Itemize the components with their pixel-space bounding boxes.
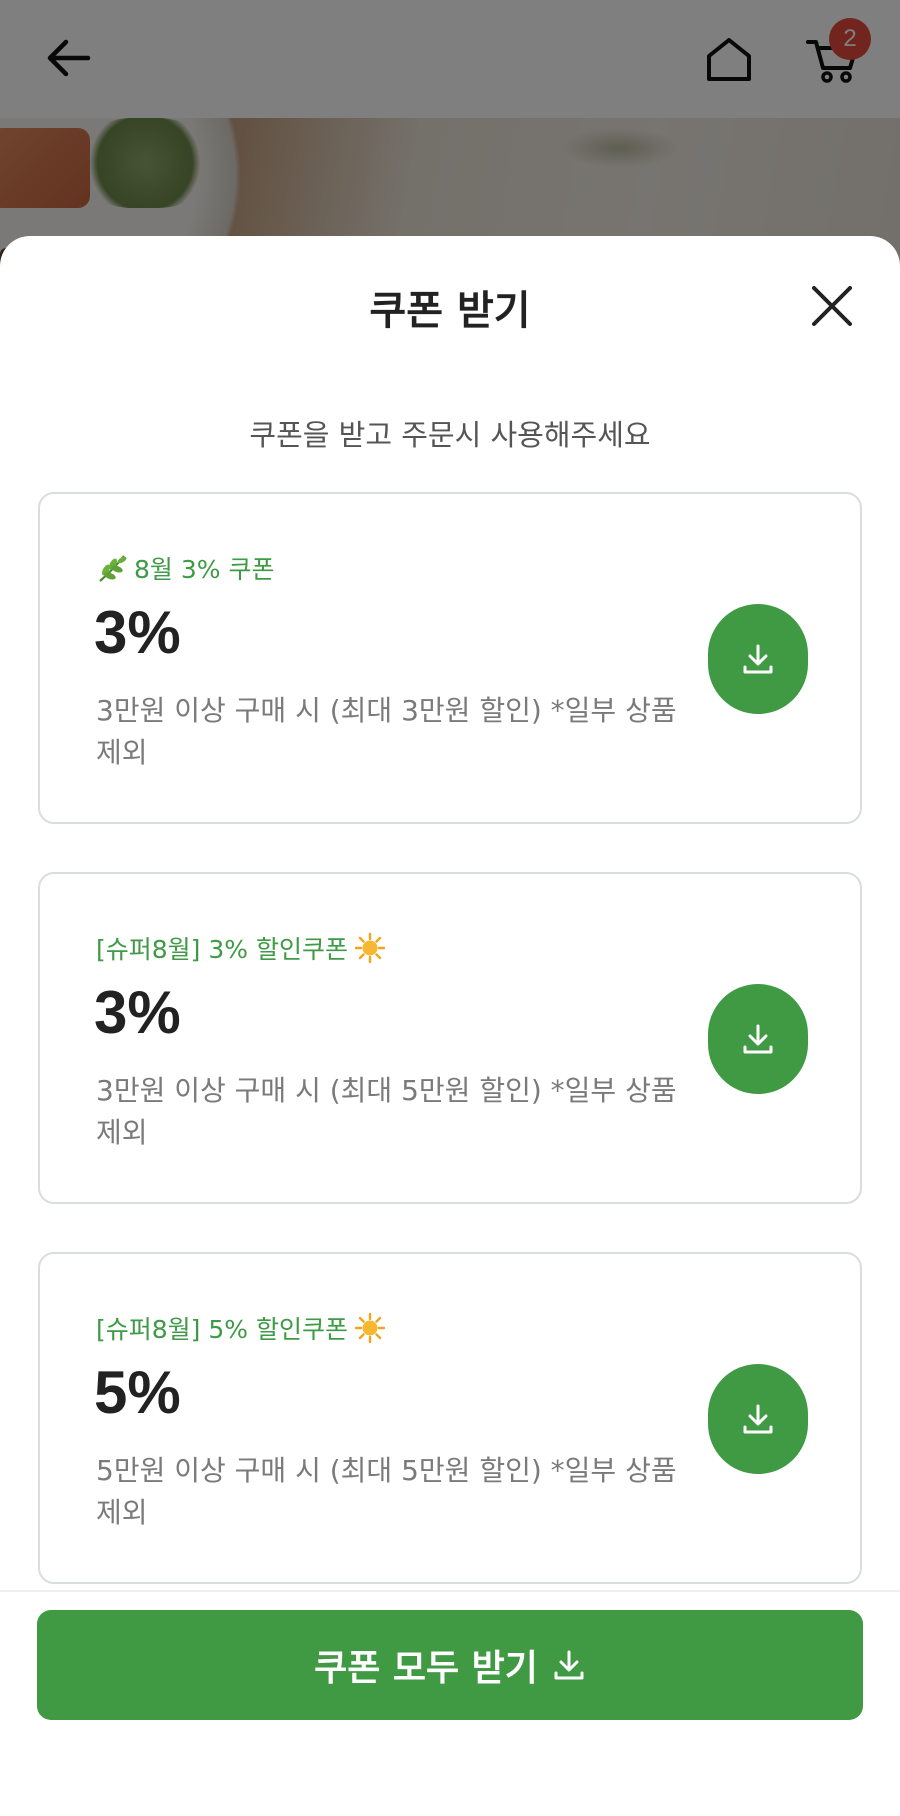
download-icon (554, 1650, 584, 1680)
coupon-rate: 3% (94, 599, 181, 666)
coupon-card: [슈퍼8월] 3% 할인쿠폰 3% 3만원 이상 구매 시 (최대 5만원 할인… (38, 872, 862, 1204)
footer-divider (0, 1590, 900, 1592)
sun-icon (354, 1312, 386, 1344)
coupon-sheet: 쿠폰 받기 쿠폰을 받고 주문시 사용해주세요 8월 3% 쿠폰 3% 3만원 … (0, 236, 900, 1816)
download-all-coupons-button[interactable]: 쿠폰 모두 받기 (37, 1610, 863, 1720)
coupon-name: [슈퍼8월] 3% 할인쿠폰 (96, 930, 386, 966)
download-coupon-button[interactable] (708, 604, 808, 714)
download-icon (743, 644, 773, 674)
download-coupon-button[interactable] (708, 984, 808, 1094)
coupon-rate: 3% (94, 979, 181, 1046)
download-coupon-button[interactable] (708, 1364, 808, 1474)
download-icon (743, 1024, 773, 1054)
close-button[interactable] (800, 274, 864, 338)
herb-icon (99, 555, 127, 582)
coupon-name: [슈퍼8월] 5% 할인쿠폰 (96, 1310, 386, 1346)
coupon-name: 8월 3% 쿠폰 (96, 550, 274, 586)
coupon-description: 3만원 이상 구매 시 (최대 5만원 할인) *일부 상품 제외 (96, 1074, 677, 1149)
coupon-rate: 5% (94, 1359, 181, 1426)
download-icon (743, 1404, 773, 1434)
sheet-subtitle: 쿠폰을 받고 주문시 사용해주세요 (249, 418, 651, 452)
sun-icon (354, 932, 386, 964)
close-icon (812, 286, 852, 326)
coupon-description: 5만원 이상 구매 시 (최대 5만원 할인) *일부 상품 제외 (96, 1454, 677, 1529)
coupon-card: [슈퍼8월] 5% 할인쿠폰 5% 5만원 이상 구매 시 (최대 5만원 할인… (38, 1252, 862, 1584)
download-all-label: 쿠폰 모두 받기 (314, 1648, 538, 1689)
sheet-title: 쿠폰 받기 (369, 288, 531, 334)
coupon-card: 8월 3% 쿠폰 3% 3만원 이상 구매 시 (최대 3만원 할인) *일부 … (38, 492, 862, 824)
coupon-description: 3만원 이상 구매 시 (최대 3만원 할인) *일부 상품 제외 (96, 694, 677, 769)
